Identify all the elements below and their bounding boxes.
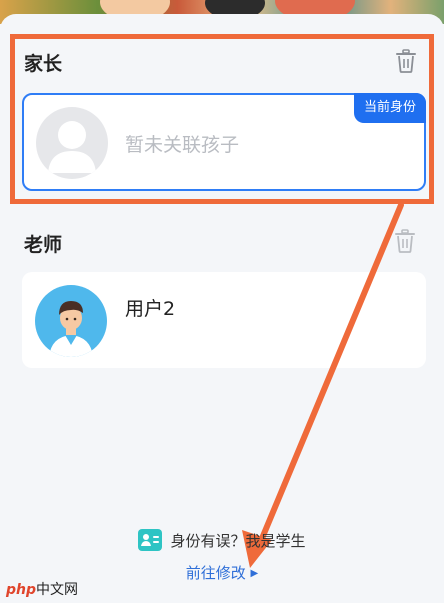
play-arrow-icon: ▶: [250, 568, 259, 579]
no-linked-child-text: 暂未关联孩子: [125, 134, 240, 156]
parent-delete-button[interactable]: [395, 49, 417, 73]
wrong-identity-text: 身份有误？我是学生: [170, 532, 306, 550]
teacher-delete-button[interactable]: [394, 229, 416, 253]
parent-identity-card[interactable]: 当前身份 暂未关联孩子: [22, 93, 426, 191]
id-card-icon: [138, 528, 163, 551]
teacher-identity-card[interactable]: 用户2: [22, 272, 426, 368]
parent-section-title: 家长: [24, 53, 63, 75]
go-modify-label: 前往修改: [185, 564, 246, 582]
trash-icon: [396, 49, 416, 73]
watermark-brand: php: [6, 582, 37, 598]
teacher-user-name: 用户2: [125, 298, 176, 320]
teacher-section-title: 老师: [24, 234, 63, 256]
trash-icon: [395, 229, 415, 253]
current-identity-badge: 当前身份: [353, 93, 426, 123]
identity-sheet: 家长 当前身份 暂未关联孩子 老师 用户2: [0, 14, 444, 603]
watermark-site: 中文网: [36, 582, 79, 598]
site-watermark: php中文网: [6, 579, 78, 599]
default-avatar-icon: [36, 107, 108, 179]
wrong-identity-hint: 身份有误？我是学生: [0, 528, 444, 553]
teacher-avatar: [35, 285, 107, 357]
